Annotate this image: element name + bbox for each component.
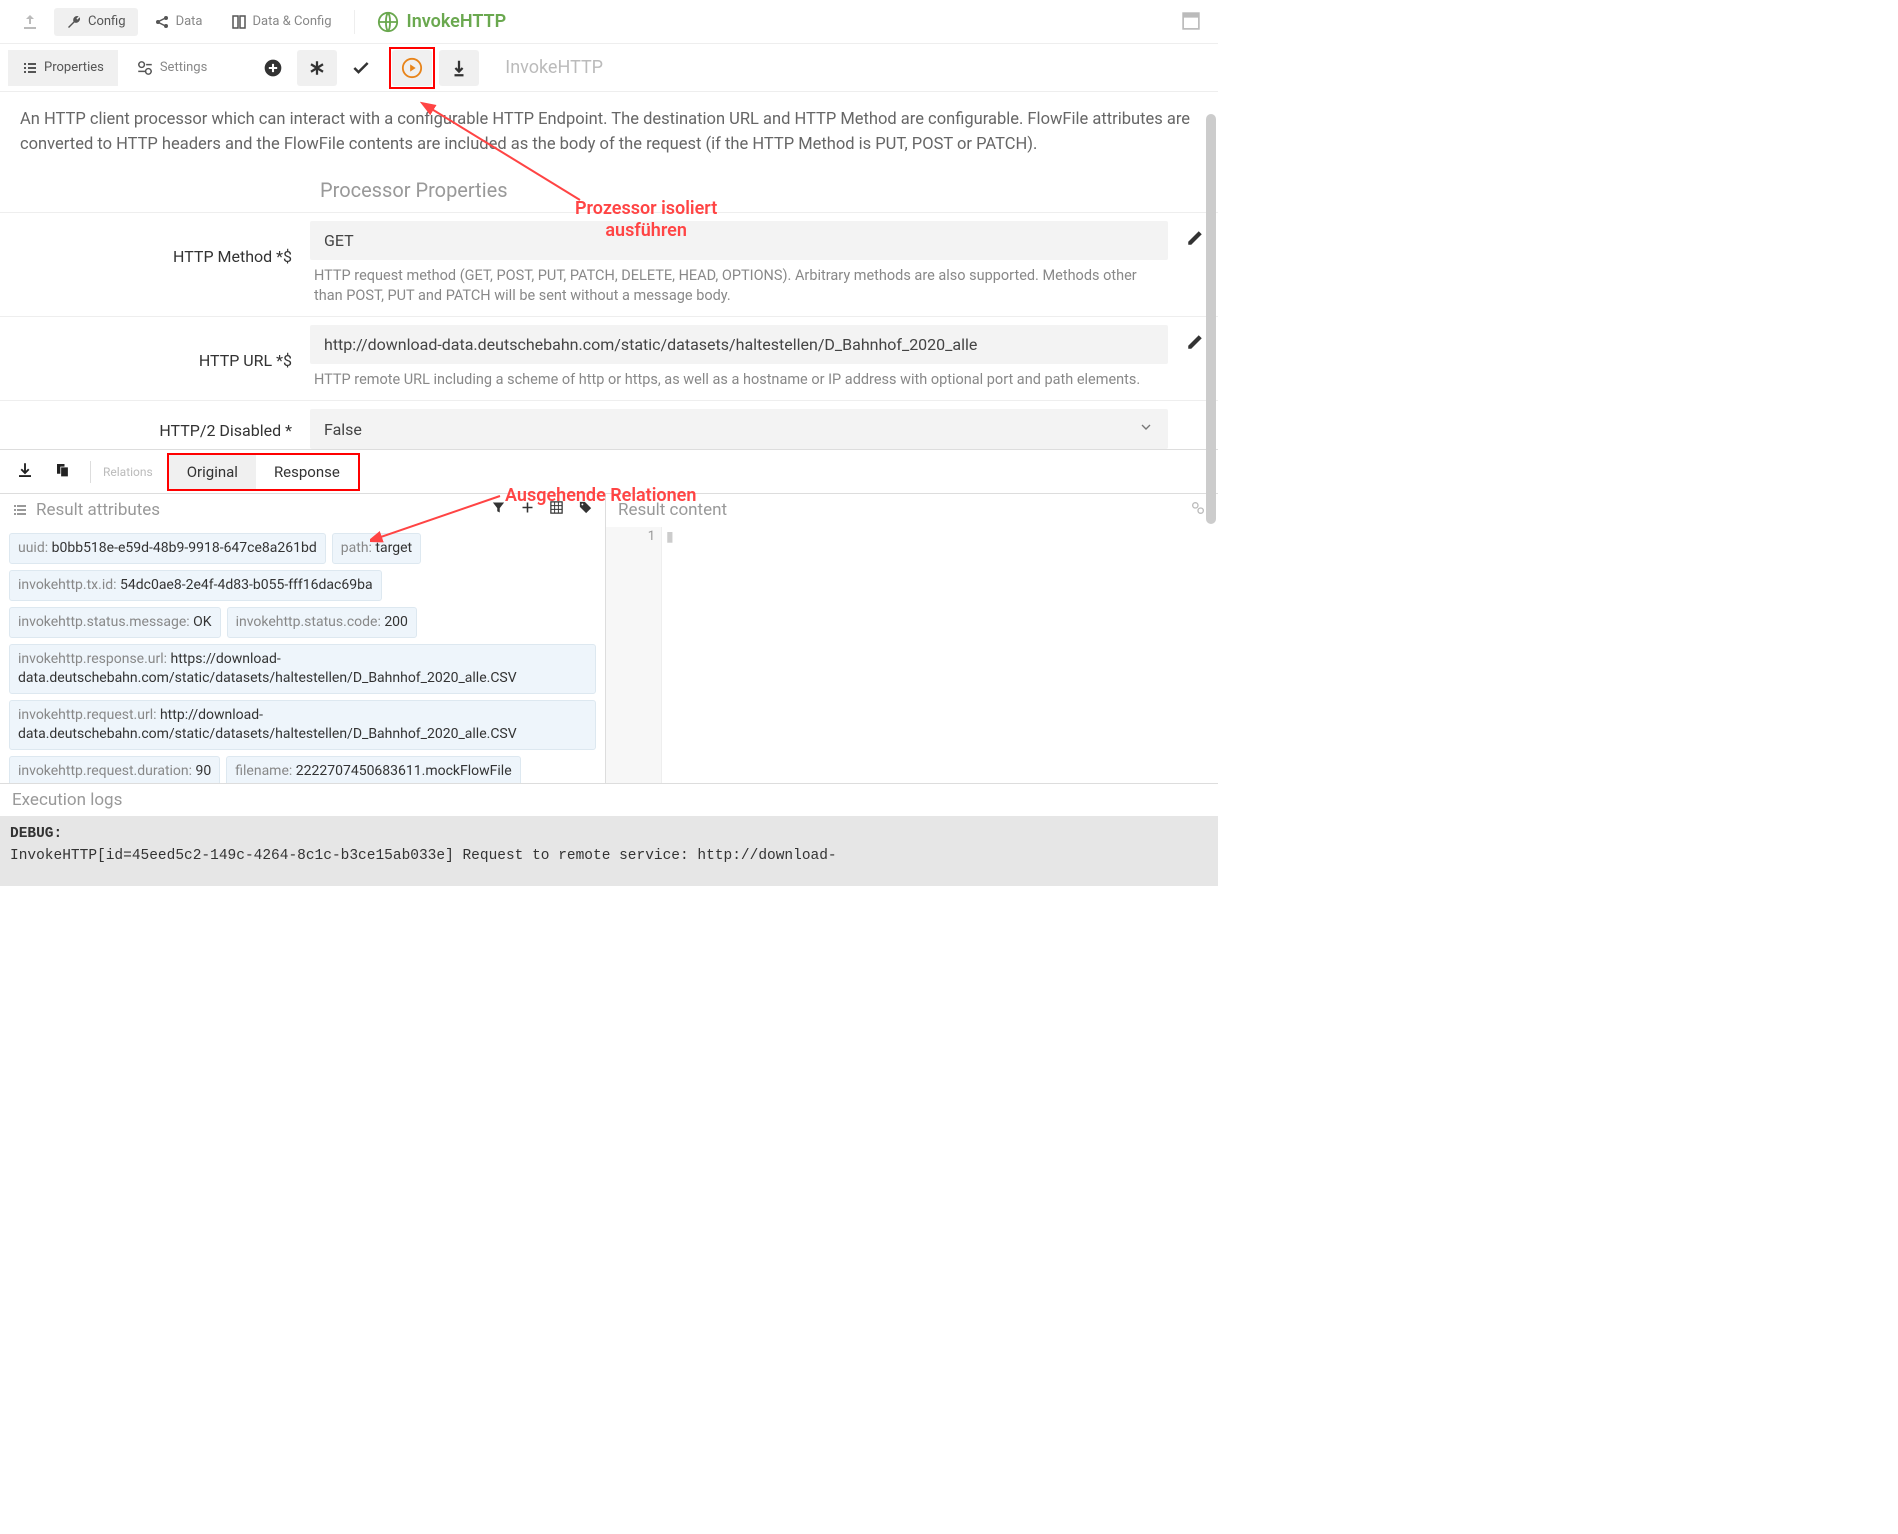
sub-toolbar: Properties Settings InvokeHT xyxy=(0,44,1218,92)
result-attributes-panel: Result attributes uuid: b0bb518e-e59d-48… xyxy=(0,494,606,783)
line-number: 1 xyxy=(648,529,655,544)
attribute-chip[interactable]: path: target xyxy=(332,533,421,564)
validate-button[interactable] xyxy=(341,50,381,86)
relations-toolbar: Relations Original Response xyxy=(0,449,1218,493)
edit-icon[interactable] xyxy=(1186,229,1204,251)
check-icon xyxy=(351,58,371,78)
log-line: InvokeHTTP[id=45eed5c2-149c-4264-8c1c-b3… xyxy=(10,848,837,864)
result-attributes-title: Result attributes xyxy=(36,500,160,520)
edit-icon[interactable] xyxy=(1186,333,1204,355)
scrollbar[interactable] xyxy=(1206,114,1216,524)
property-input-http-method[interactable]: GET xyxy=(310,221,1168,260)
list-icon xyxy=(12,502,28,518)
step-button[interactable] xyxy=(439,50,479,86)
logs-body: DEBUG: InvokeHTTP[id=45eed5c2-149c-4264-… xyxy=(0,816,1218,886)
config-view-button[interactable]: Config xyxy=(54,8,138,36)
processor-subtitle: InvokeHTTP xyxy=(505,57,603,78)
download-button[interactable] xyxy=(10,461,40,483)
processor-name: InvokeHTTP xyxy=(407,11,507,32)
add-icon[interactable] xyxy=(520,500,535,520)
data-config-label: Data & Config xyxy=(253,14,332,29)
settings-icon[interactable] xyxy=(1190,500,1206,521)
property-label: HTTP/2 Disabled * xyxy=(0,409,310,449)
globe-icon xyxy=(377,11,399,33)
attribute-chip[interactable]: invokehttp.response.url: https://downloa… xyxy=(9,644,596,694)
attribute-chip[interactable]: invokehttp.request.duration: 90 xyxy=(9,756,220,784)
relation-tab-original[interactable]: Original xyxy=(169,455,256,489)
results-pane: Result attributes uuid: b0bb518e-e59d-48… xyxy=(0,493,1218,783)
property-row-http-url: HTTP URL *$ http://download-data.deutsch… xyxy=(0,316,1218,400)
property-input-http-url[interactable]: http://download-data.deutschebahn.com/st… xyxy=(310,325,1168,364)
panel-toggle-icon[interactable] xyxy=(1182,12,1200,34)
processor-description: An HTTP client processor which can inter… xyxy=(0,92,1218,174)
tab-settings[interactable]: Settings xyxy=(122,49,221,87)
property-row-http-method: HTTP Method *$ GET HTTP request method (… xyxy=(0,212,1218,317)
tab-settings-label: Settings xyxy=(160,60,207,75)
data-label: Data xyxy=(176,14,203,29)
wrench-icon xyxy=(66,14,82,30)
list-icon xyxy=(22,60,38,76)
property-label: HTTP Method *$ xyxy=(0,221,310,307)
chevron-down-icon xyxy=(1138,419,1154,439)
attribute-chip[interactable]: invokehttp.status.message: OK xyxy=(9,607,221,638)
separator xyxy=(90,461,91,483)
data-view-button[interactable]: Data xyxy=(142,8,215,36)
attribute-chip[interactable]: filename: 2222707450683611.mockFlowFile xyxy=(226,756,520,784)
property-input-http2[interactable]: False xyxy=(310,409,1168,449)
separator xyxy=(354,10,355,34)
property-value: GET xyxy=(324,231,354,250)
property-help: HTTP request method (GET, POST, PUT, PAT… xyxy=(310,260,1168,307)
line-gutter: 1 xyxy=(606,527,662,783)
sliders-icon xyxy=(136,59,154,77)
relations-tabs-highlight: Original Response xyxy=(167,453,360,491)
add-button[interactable] xyxy=(253,50,293,86)
attribute-chip[interactable]: uuid: b0bb518e-e59d-48b9-9918-647ce8a261… xyxy=(9,533,326,564)
relation-tab-response[interactable]: Response xyxy=(256,455,358,489)
result-content-body: 1 ▮ xyxy=(606,527,1218,783)
attribute-chip[interactable]: invokehttp.tx.id: 54dc0ae8-2e4f-4d83-b05… xyxy=(9,570,382,601)
run-button-highlight xyxy=(389,47,435,89)
property-help: HTTP remote URL including a scheme of ht… xyxy=(310,364,1168,390)
copy-button[interactable] xyxy=(48,461,78,483)
properties-section-title: Processor Properties xyxy=(0,174,1218,212)
arrow-down-icon xyxy=(451,59,467,77)
result-content-header: Result content xyxy=(606,494,1218,527)
data-config-view-button[interactable]: Data & Config xyxy=(219,8,344,36)
share-icon xyxy=(154,14,170,30)
plus-circle-icon xyxy=(263,58,283,78)
relations-label: Relations xyxy=(103,465,159,479)
filter-icon[interactable] xyxy=(491,500,506,520)
property-label: HTTP URL *$ xyxy=(0,325,310,390)
log-level: DEBUG: xyxy=(10,826,62,842)
asterisk-icon xyxy=(308,59,326,77)
attribute-chip[interactable]: invokehttp.request.url: http://download-… xyxy=(9,700,596,750)
table-icon[interactable] xyxy=(549,500,564,520)
asterisk-button[interactable] xyxy=(297,50,337,86)
processor-title: InvokeHTTP xyxy=(377,11,507,33)
config-label: Config xyxy=(88,14,126,29)
attributes-list: uuid: b0bb518e-e59d-48b9-9918-647ce8a261… xyxy=(0,526,605,783)
attribute-chip[interactable]: invokehttp.status.code: 200 xyxy=(227,607,417,638)
tag-icon[interactable] xyxy=(578,500,593,520)
upload-icon xyxy=(22,14,38,30)
upload-button[interactable] xyxy=(10,8,50,36)
editor-area[interactable]: ▮ xyxy=(662,527,1218,783)
tab-properties[interactable]: Properties xyxy=(8,50,118,86)
property-value: http://download-data.deutschebahn.com/st… xyxy=(324,335,977,354)
property-row-http2: HTTP/2 Disabled * False xyxy=(0,400,1218,449)
top-toolbar: Config Data Data & Config InvokeHTTP xyxy=(0,0,1218,44)
run-button[interactable] xyxy=(392,50,432,86)
columns-icon xyxy=(231,14,247,30)
logs-title: Execution logs xyxy=(0,783,1218,816)
play-circle-icon xyxy=(401,57,423,79)
result-content-title: Result content xyxy=(618,500,727,521)
property-value: False xyxy=(324,420,362,439)
result-attributes-header: Result attributes xyxy=(0,494,605,526)
tab-properties-label: Properties xyxy=(44,60,104,75)
result-content-panel: Result content 1 ▮ xyxy=(606,494,1218,783)
